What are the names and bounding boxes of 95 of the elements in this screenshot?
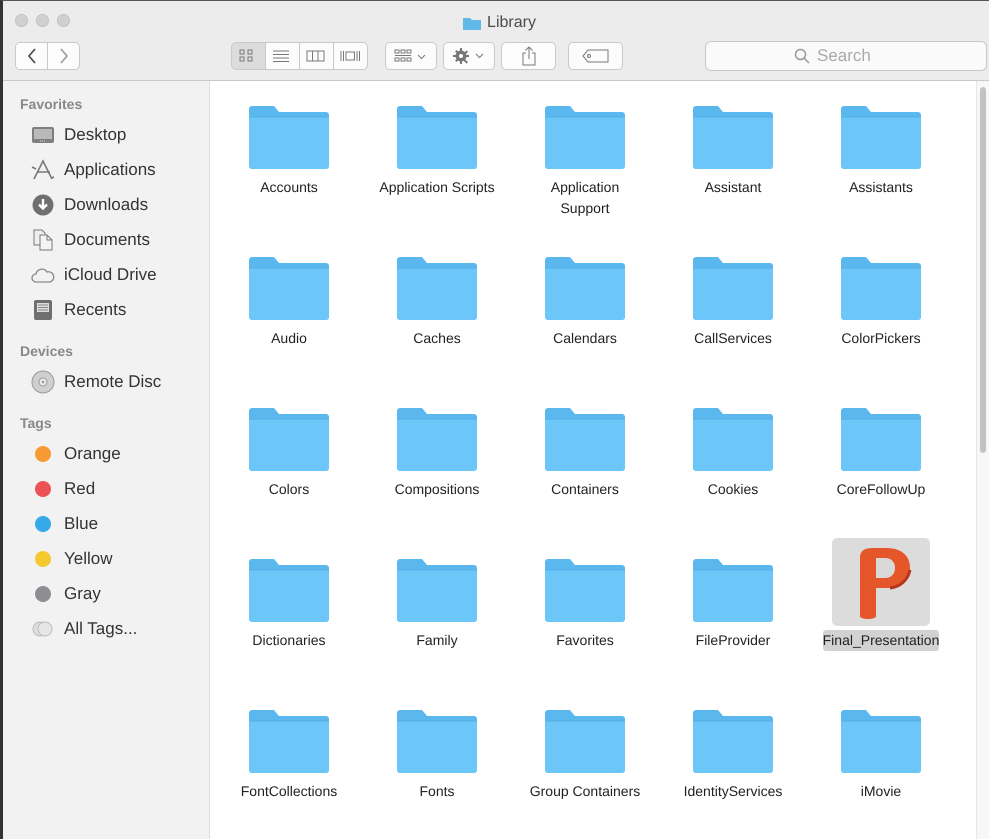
folder-icon <box>248 103 330 169</box>
disc-icon <box>31 370 55 394</box>
scrollbar[interactable] <box>976 81 989 839</box>
file-name[interactable]: Colors <box>268 479 310 500</box>
window-title: Library <box>487 13 536 33</box>
folder-icon <box>396 556 478 622</box>
file-name[interactable]: Fonts <box>419 781 454 802</box>
icon-view-button[interactable] <box>231 42 266 70</box>
file-name[interactable]: ColorPickers <box>841 328 921 349</box>
folder-icon <box>544 103 626 169</box>
folder-icon <box>396 254 478 320</box>
chevron-left-icon <box>26 48 36 64</box>
sidebar-item[interactable]: Blue <box>64 510 98 536</box>
sidebar-item[interactable]: Recents <box>64 296 126 322</box>
file-name[interactable]: Assistants <box>849 177 913 198</box>
share-icon <box>520 46 536 66</box>
share-button[interactable] <box>501 42 556 70</box>
folder-icon <box>544 254 626 320</box>
file-name[interactable]: Application Support <box>525 177 645 219</box>
folder-icon <box>692 254 774 320</box>
file-name[interactable]: Dictionaries <box>252 630 326 651</box>
sidebar-item[interactable]: Remote Disc <box>64 368 162 394</box>
file-name[interactable]: Group Containers <box>530 781 640 802</box>
tag-button[interactable] <box>568 42 623 70</box>
file-name[interactable]: IdentityServices <box>684 781 782 802</box>
sidebar-heading: Favorites <box>20 95 84 114</box>
search-field[interactable]: Search <box>705 41 987 71</box>
file-name[interactable]: Accounts <box>260 177 318 198</box>
file-name[interactable]: Final_Presentation <box>822 630 940 651</box>
list-view-button[interactable] <box>265 42 300 70</box>
file-name[interactable]: Application Scripts <box>379 177 495 198</box>
sidebar-item[interactable]: iCloud Drive <box>64 262 157 288</box>
folder-icon <box>396 103 478 169</box>
sidebar-item[interactable]: Orange <box>64 440 121 466</box>
recents-icon <box>32 298 54 320</box>
documents-icon <box>32 228 54 250</box>
gallery-icon <box>340 48 361 64</box>
gear-icon <box>452 47 486 65</box>
file-name[interactable]: Caches <box>413 328 461 349</box>
folder-icon <box>692 707 774 773</box>
folder-icon <box>248 254 330 320</box>
all-tags-icon <box>32 620 54 636</box>
search-icon <box>794 48 810 64</box>
folder-icon <box>248 707 330 773</box>
folder-icon <box>544 556 626 622</box>
folder-icon <box>840 254 922 320</box>
folder-icon <box>248 556 330 622</box>
sidebar-item[interactable]: Gray <box>64 580 101 606</box>
arrange-button[interactable] <box>385 42 437 70</box>
download-icon <box>32 194 54 216</box>
file-name[interactable]: Calendars <box>553 328 617 349</box>
folder-icon <box>692 103 774 169</box>
sidebar-item[interactable]: All Tags... <box>64 616 138 642</box>
folder-icon <box>692 405 774 471</box>
folder-icon <box>462 15 482 31</box>
sidebar-item[interactable]: Red <box>64 476 96 502</box>
sidebar-item[interactable]: Downloads <box>64 192 148 218</box>
column-view-button[interactable] <box>299 42 334 70</box>
folder-icon <box>544 707 626 773</box>
folder-icon <box>396 405 478 471</box>
chevron-right-icon <box>58 48 68 64</box>
folder-icon <box>840 707 922 773</box>
file-name[interactable]: Audio <box>271 328 307 349</box>
applications-icon <box>31 158 55 180</box>
folder-icon <box>840 103 922 169</box>
folder-icon <box>396 707 478 773</box>
sidebar-item[interactable]: Yellow <box>64 546 113 572</box>
sidebar-item[interactable]: Applications <box>64 156 156 182</box>
file-name[interactable]: Compositions <box>394 479 480 500</box>
arrange-icon <box>394 48 428 64</box>
file-name[interactable]: Family <box>416 630 458 651</box>
sidebar-heading: Tags <box>20 414 53 433</box>
columns-icon <box>306 48 327 64</box>
folder-icon <box>840 405 922 471</box>
folder-icon <box>248 405 330 471</box>
file-name[interactable]: FontCollections <box>240 781 338 802</box>
desktop-icon <box>31 124 55 144</box>
file-name[interactable]: Cookies <box>708 479 758 500</box>
back-button[interactable] <box>15 42 48 70</box>
file-name[interactable]: CallServices <box>694 328 772 349</box>
file-name[interactable]: Favorites <box>556 630 614 651</box>
folder-icon <box>692 556 774 622</box>
action-button[interactable] <box>443 42 495 70</box>
sidebar-item[interactable]: Documents <box>64 226 150 252</box>
gallery-view-button[interactable] <box>333 42 368 70</box>
file-name[interactable]: Assistant <box>704 177 762 198</box>
tag-icon <box>582 49 610 63</box>
cloud-icon <box>31 266 55 284</box>
file-name[interactable]: FileProvider <box>696 630 770 651</box>
file-name[interactable]: Containers <box>551 479 619 500</box>
sidebar-heading: Devices <box>20 342 74 361</box>
file-name[interactable]: CoreFollowUp <box>836 479 926 500</box>
folder-icon <box>544 405 626 471</box>
file-name[interactable]: iMovie <box>860 781 902 802</box>
sidebar-item[interactable]: Desktop <box>64 122 126 148</box>
